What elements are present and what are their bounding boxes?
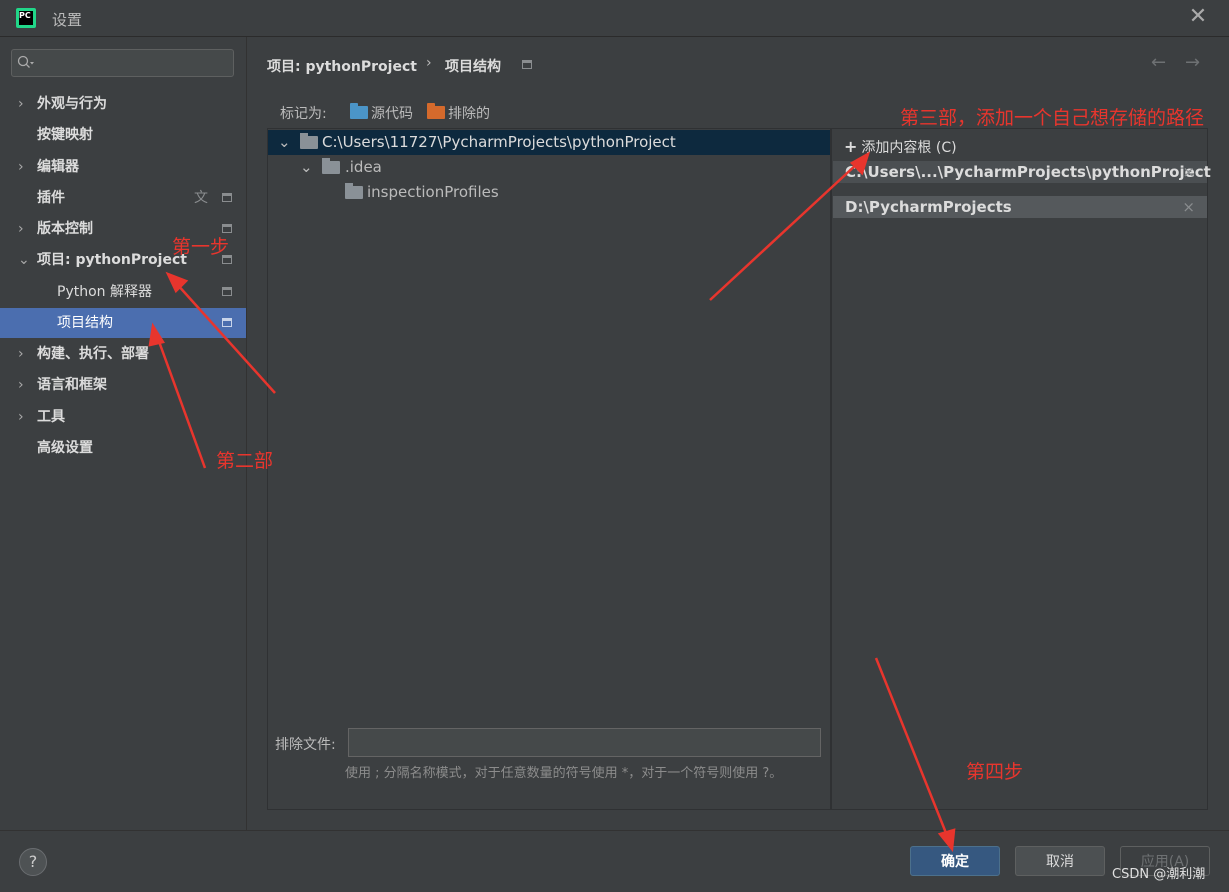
annotation-step4: 第四步 — [966, 761, 1024, 783]
arrow-step3 — [709, 162, 859, 301]
arrow-step1 — [175, 282, 276, 394]
annotation-step1: 第一步 — [172, 236, 230, 258]
arrow-step1-head — [165, 271, 189, 294]
annotation-arrows — [148, 151, 956, 853]
arrow-step2 — [155, 335, 207, 469]
arrow-step3-head — [849, 151, 871, 176]
arrow-step4 — [874, 657, 950, 839]
annotation-step3: 第三部，添加一个自己想存储的路径 — [900, 107, 1205, 129]
arrow-step4-head — [937, 828, 956, 853]
arrow-step2-head — [148, 322, 165, 347]
annotation-step2: 第二部 — [216, 450, 274, 472]
